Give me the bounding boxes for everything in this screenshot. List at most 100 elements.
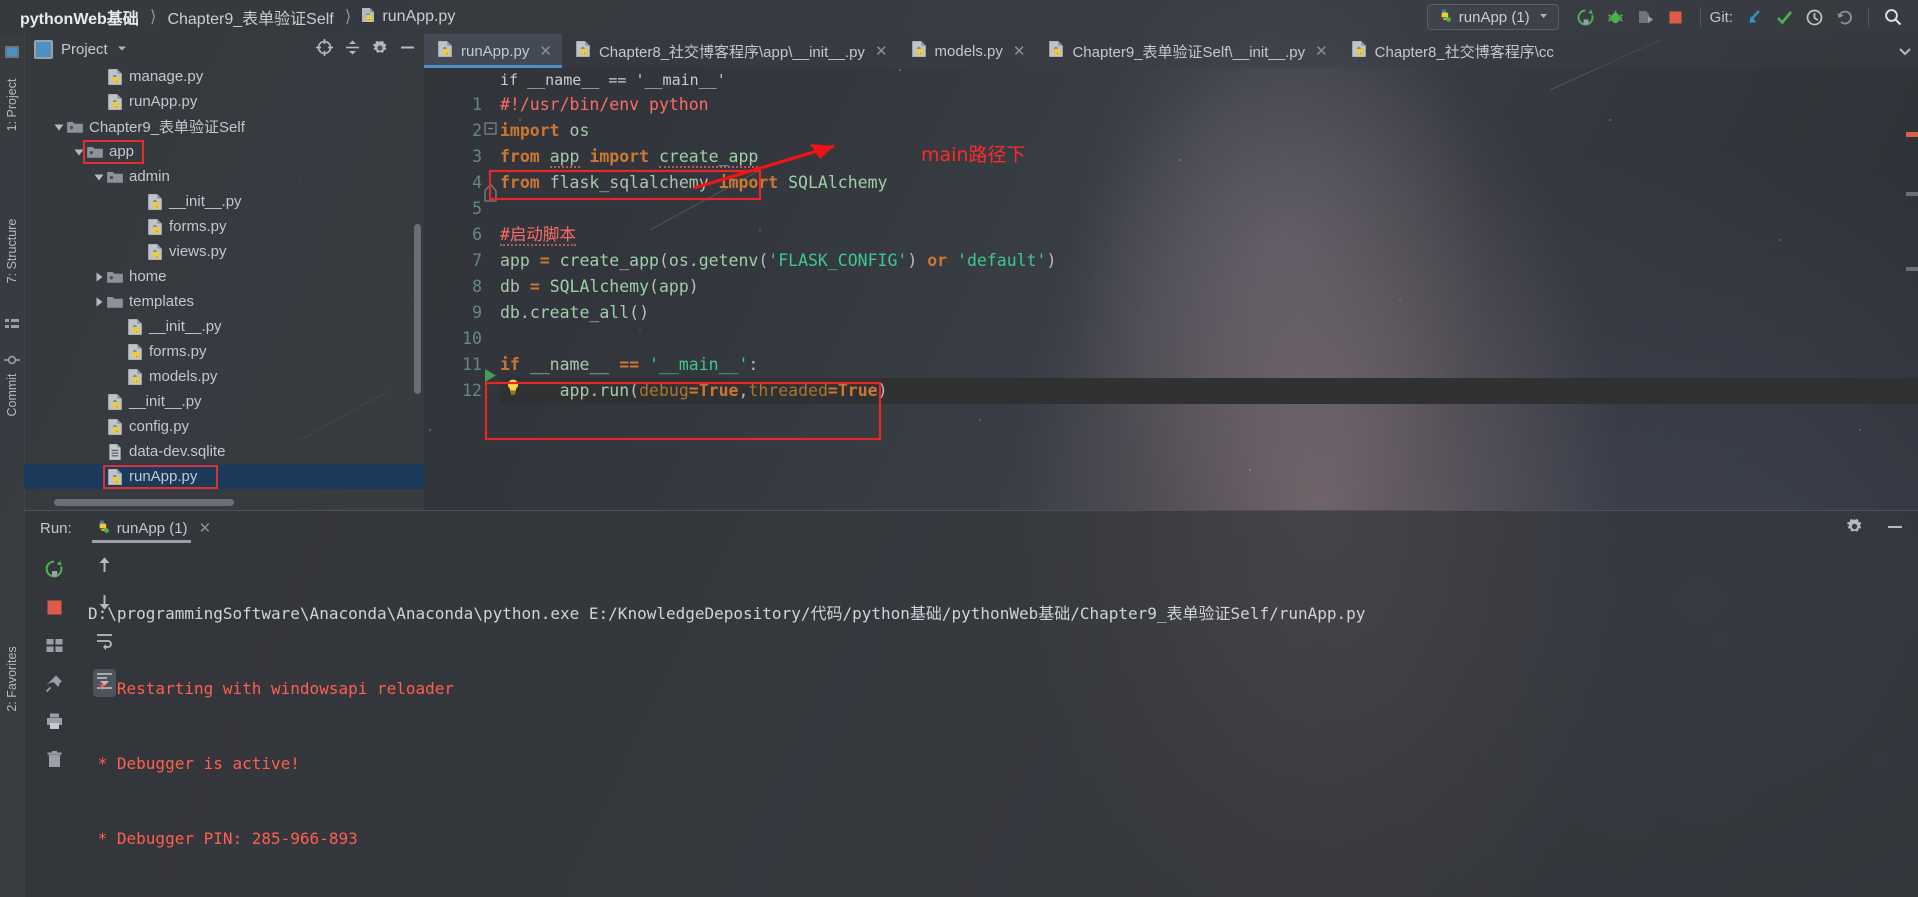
minus-icon[interactable]	[399, 39, 416, 60]
close-icon[interactable]: ✕	[199, 519, 212, 537]
project-tree[interactable]: manage.py runApp.py Chapter9_表单验证Self app ad…	[24, 64, 424, 492]
tree-row-admin[interactable]: admin	[24, 164, 424, 189]
chevron-down-icon[interactable]	[92, 170, 106, 184]
gear-icon[interactable]	[1845, 517, 1864, 540]
editor-tab-4[interactable]: Chapter9_表单验证Self\__init__.py ✕	[1035, 34, 1337, 68]
project-tool-window: Project manage.py runApp.py Chapter9_表单验…	[24, 34, 424, 510]
chevron-right-icon[interactable]	[92, 270, 106, 284]
target-icon[interactable]	[315, 38, 334, 61]
layout-icon-button[interactable]	[40, 631, 68, 659]
minus-icon[interactable]	[1886, 518, 1904, 540]
sidebar-item-commit[interactable]: Commit	[5, 365, 19, 425]
editor-tab-label: runApp.py	[461, 42, 530, 60]
stop-button[interactable]	[1661, 3, 1691, 31]
rerun-button[interactable]	[1571, 3, 1601, 31]
project-tree-vertical-scrollbar[interactable]	[414, 224, 421, 394]
python-file-icon	[106, 393, 124, 411]
tree-row-runapp-py[interactable]: runApp.py	[24, 89, 424, 114]
git-history-button[interactable]	[1799, 3, 1829, 31]
tree-row-label: __init__.py	[129, 393, 202, 410]
tree-row-runapp-py[interactable]: runApp.py	[24, 464, 424, 489]
run-session-label: runApp (1)	[116, 519, 188, 537]
stop-button[interactable]	[40, 593, 68, 621]
gear-icon[interactable]	[371, 39, 389, 61]
tree-row-templates[interactable]: templates	[24, 289, 424, 314]
chevron-down-icon[interactable]	[116, 41, 128, 58]
breadcrumb-separator: ⟩	[344, 7, 352, 26]
tree-row-forms-py[interactable]: forms.py	[24, 339, 424, 364]
editor-tab-3[interactable]: models.py ✕	[898, 34, 1036, 68]
search-icon[interactable]	[1878, 3, 1908, 31]
editor-marker-stripe[interactable]	[1906, 92, 1918, 510]
python-file-icon	[1047, 40, 1065, 62]
git-update-button[interactable]	[1739, 3, 1769, 31]
rerun-button[interactable]	[40, 555, 68, 583]
run-configuration-label: runApp (1)	[1458, 8, 1530, 26]
editor-tab-2[interactable]: Chapter8_社交博客程序\app\__init__.py ✕	[562, 34, 898, 68]
tree-row-label: forms.py	[169, 218, 227, 235]
chevron-down-icon[interactable]	[1892, 34, 1918, 68]
tree-row-home[interactable]: home	[24, 264, 424, 289]
annotation-box-import	[488, 169, 762, 201]
toolbar-divider	[1699, 7, 1701, 27]
sidebar-item-structure[interactable]: 7: Structure	[5, 213, 19, 289]
project-window-icon[interactable]	[4, 44, 20, 60]
console-output[interactable]: D:\programmingSoftware\Anaconda\Anaconda…	[88, 551, 1908, 894]
structure-window-icon[interactable]	[4, 316, 20, 332]
console-line: * Debugger PIN: 285-966-893	[88, 826, 1908, 851]
tree-row-label: data-dev.sqlite	[129, 443, 226, 460]
project-tree-horizontal-scrollbar[interactable]	[54, 499, 234, 506]
collapse-icon[interactable]	[344, 39, 361, 60]
tree-row-__init__-py[interactable]: __init__.py	[24, 314, 424, 339]
sidebar-item-project[interactable]: 1: Project	[5, 75, 19, 135]
run-tool-window: Run: runApp (1) ✕ D:\programmingSoftware…	[24, 510, 1918, 897]
close-icon[interactable]: ✕	[539, 42, 552, 60]
close-icon[interactable]: ✕	[1013, 42, 1026, 60]
tree-row-__init__-py[interactable]: __init__.py	[24, 189, 424, 214]
python-config-icon	[1436, 7, 1452, 27]
run-configuration-selector[interactable]: runApp (1)	[1426, 4, 1559, 30]
chevron-right-icon[interactable]	[92, 295, 106, 309]
tree-row-app[interactable]: app	[24, 139, 424, 164]
tree-row-label: templates	[129, 293, 195, 310]
python-file-icon	[910, 40, 928, 62]
tree-row-models-py[interactable]: models.py	[24, 364, 424, 389]
chevron-down-icon[interactable]	[72, 145, 86, 159]
chevron-down-icon[interactable]	[1537, 9, 1550, 26]
editor-tab-label: Chapter8_社交博客程序\cc	[1374, 43, 1554, 61]
breadcrumb-folder[interactable]: Chapter9_表单验证Self	[165, 5, 335, 29]
pin-button[interactable]	[40, 669, 68, 697]
tree-row-__init__-py[interactable]: __init__.py	[24, 389, 424, 414]
git-commit-button[interactable]	[1769, 3, 1799, 31]
sidebar-item-favorites[interactable]: 2: Favorites	[5, 636, 19, 722]
red-annotations	[484, 144, 882, 441]
breadcrumb-project[interactable]: pythonWeb基础	[18, 5, 141, 29]
editor-tab-1[interactable]: runApp.py ✕	[424, 34, 562, 68]
tree-row-label: views.py	[169, 243, 227, 260]
tree-row-data-dev-sqlite[interactable]: data-dev.sqlite	[24, 439, 424, 464]
run-with-coverage-button[interactable]	[1631, 3, 1661, 31]
tree-row-test-py[interactable]: test.py	[24, 489, 424, 492]
tree-row-views-py[interactable]: views.py	[24, 239, 424, 264]
print-button[interactable]	[40, 707, 68, 735]
code-editor[interactable]: 1 2 3 4 5 6 7 8 9 10 11 12 #!/usr/bin/en…	[424, 92, 1918, 510]
tree-row-label: models.py	[149, 368, 218, 385]
close-icon[interactable]: ✕	[875, 42, 888, 60]
tree-row-manage-py[interactable]: manage.py	[24, 64, 424, 89]
run-session-tab[interactable]: runApp (1) ✕	[86, 511, 219, 545]
close-icon[interactable]: ✕	[1315, 42, 1328, 60]
breadcrumb-separator: ⟩	[149, 7, 157, 26]
editor-tab-5[interactable]: Chapter8_社交博客程序\cc	[1338, 34, 1564, 68]
breadcrumb-file[interactable]: runApp.py	[360, 7, 455, 28]
trash-button[interactable]	[40, 745, 68, 773]
folder-icon	[106, 168, 124, 186]
editor-tab-bar[interactable]: runApp.py ✕ Chapter8_社交博客程序\app\__init__.p…	[424, 34, 1918, 68]
tree-row-config-py[interactable]: config.py	[24, 414, 424, 439]
git-rollback-button[interactable]	[1829, 3, 1859, 31]
debug-button[interactable]	[1601, 3, 1631, 31]
chevron-down-icon[interactable]	[52, 120, 66, 134]
folder-plain-icon	[106, 293, 124, 311]
tree-row-forms-py[interactable]: forms.py	[24, 214, 424, 239]
tree-row-chapter9_表单验证self[interactable]: Chapter9_表单验证Self	[24, 114, 424, 139]
